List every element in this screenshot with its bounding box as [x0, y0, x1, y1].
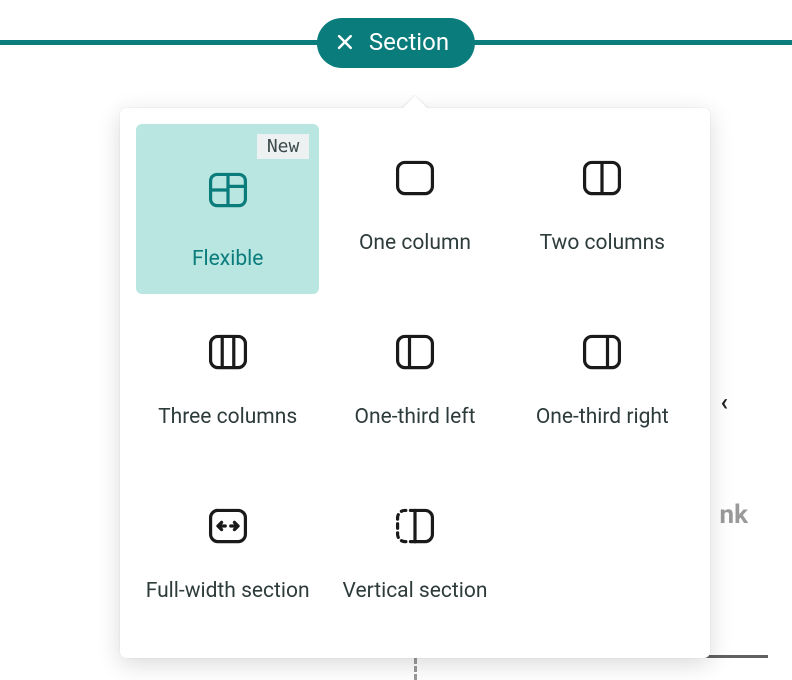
option-label: One-third right [536, 404, 669, 431]
option-label: Three columns [158, 404, 297, 431]
vertical-section-icon [393, 504, 437, 548]
option-three-columns[interactable]: Three columns [136, 298, 319, 468]
full-width-icon [206, 504, 250, 548]
section-options-grid: New Flexible One column [136, 124, 694, 642]
one-third-right-icon [580, 330, 624, 374]
option-one-third-right[interactable]: One-third right [511, 298, 694, 468]
option-vertical-section[interactable]: Vertical section [323, 472, 506, 642]
option-label: Full-width section [146, 578, 310, 605]
background-text: nk [720, 500, 748, 530]
popover-arrow [401, 96, 429, 110]
option-flexible[interactable]: New Flexible [136, 124, 319, 294]
background-glyph: ‹ [721, 388, 729, 416]
option-label: One column [359, 230, 471, 257]
option-label: Two columns [540, 230, 665, 257]
option-one-third-left[interactable]: One-third left [323, 298, 506, 468]
option-one-column[interactable]: One column [323, 124, 506, 294]
new-badge: New [257, 134, 310, 159]
option-label: One-third left [355, 404, 476, 431]
option-label: Vertical section [343, 578, 488, 605]
section-picker-popover: New Flexible One column [120, 108, 710, 658]
option-full-width-section[interactable]: Full-width section [136, 472, 319, 642]
option-two-columns[interactable]: Two columns [511, 124, 694, 294]
one-column-icon [393, 156, 437, 200]
section-pill-label: Section [369, 28, 449, 56]
option-label: Flexible [192, 246, 263, 273]
section-pill-button[interactable]: Section [317, 18, 475, 68]
two-columns-icon [580, 156, 624, 200]
close-icon[interactable] [335, 32, 355, 52]
flexible-layout-icon [206, 168, 250, 212]
three-columns-icon [206, 330, 250, 374]
one-third-left-icon [393, 330, 437, 374]
